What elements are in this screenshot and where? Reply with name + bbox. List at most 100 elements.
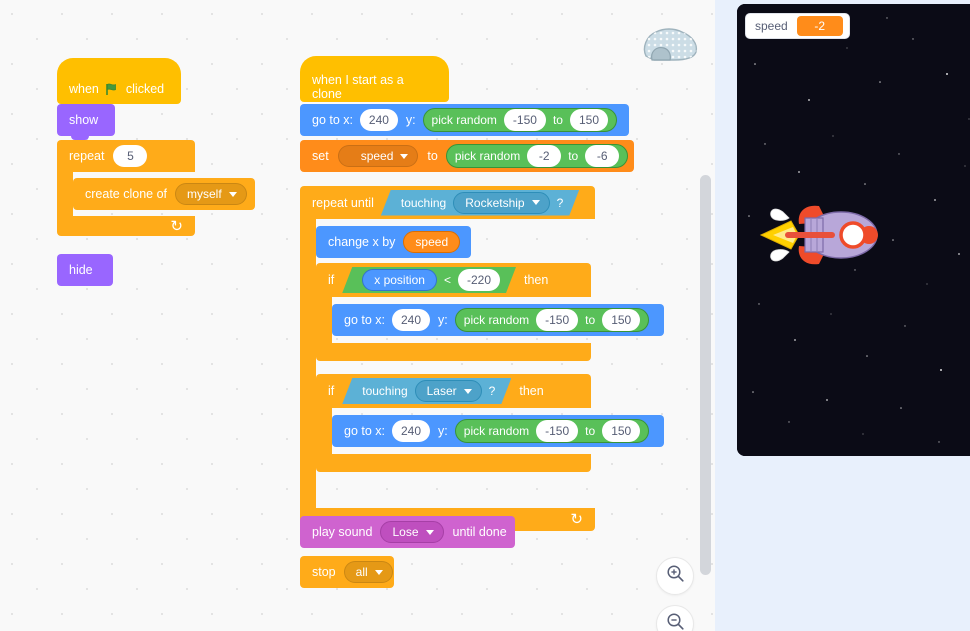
block-stop[interactable]: stop all	[300, 556, 394, 588]
goto-x-input[interactable]: 240	[392, 309, 431, 331]
pick-random-from-input[interactable]: -150	[536, 420, 579, 442]
show-label: show	[69, 112, 99, 127]
set-label: set	[312, 148, 329, 163]
question-mark-label: ?	[488, 384, 496, 398]
pick-random-from-input[interactable]: -150	[503, 109, 546, 131]
repeat-times-input[interactable]: 5	[113, 145, 148, 167]
create-clone-label: create clone of	[85, 186, 167, 201]
pick-random-to-input[interactable]: 150	[602, 309, 641, 331]
reporter-pick-random-2[interactable]: pick random -2 to -6	[445, 144, 629, 168]
monitor-variable-name: speed	[755, 19, 788, 33]
block-go-to-xy-3[interactable]: go to x: 240 y: pick random -150 to 150	[332, 415, 664, 447]
goto-y-label: y:	[438, 423, 448, 438]
block-repeat[interactable]: repeat 5 create clone of myself ↻	[57, 140, 255, 236]
set-variable-dropdown[interactable]: speed	[337, 145, 419, 167]
block-if-touching-laser[interactable]: if touching Laser ? then go to x: 240 y:…	[316, 374, 664, 472]
zoom-in-magnifier-icon	[666, 564, 685, 588]
to-label: to	[585, 313, 596, 327]
code-workspace[interactable]: when clicked show repeat 5 create clone …	[0, 0, 715, 631]
to-label: to	[585, 424, 596, 438]
pick-random-from-input[interactable]: -150	[536, 309, 579, 331]
boolean-less-than[interactable]: x position < -220	[342, 267, 516, 293]
variable-monitor-speed[interactable]: speed -2	[745, 13, 850, 39]
block-change-x-by[interactable]: change x by speed	[316, 226, 471, 258]
until-done-label: until done	[452, 524, 507, 539]
block-go-to-xy-1[interactable]: go to x: 240 y: pick random -150 to 150	[300, 104, 629, 136]
sound-value: Lose	[392, 525, 419, 539]
variable-speed-reporter[interactable]: speed	[403, 231, 461, 253]
repeat-label: repeat	[69, 149, 105, 163]
stage[interactable]: speed -2	[737, 4, 970, 456]
chevron-down-icon	[228, 191, 237, 197]
sound-dropdown[interactable]: Lose	[380, 521, 444, 543]
boolean-touching-laser[interactable]: touching Laser ?	[342, 378, 511, 404]
chevron-down-icon	[532, 200, 540, 205]
set-variable-value: speed	[360, 149, 394, 163]
block-when-flag-clicked[interactable]: when clicked	[57, 58, 181, 104]
when-clone-label: when I start as a clone	[312, 73, 404, 101]
clicked-label: clicked	[125, 82, 165, 96]
zoom-out-button[interactable]	[656, 605, 694, 631]
scratch-editor-window: when clicked show repeat 5 create clone …	[0, 0, 970, 631]
workspace-scrollbar-thumb[interactable]	[700, 175, 711, 575]
chevron-down-icon	[374, 569, 383, 575]
pick-random-to-input[interactable]: 150	[569, 109, 608, 131]
stop-option-value: all	[355, 565, 368, 579]
block-hide[interactable]: hide	[57, 254, 113, 286]
zoom-in-button[interactable]	[656, 557, 694, 595]
touching-target-dropdown[interactable]: Laser	[415, 380, 482, 402]
loop-arrow-icon: ↻	[170, 217, 183, 235]
touching-target-value: Rocketship	[465, 195, 525, 210]
pick-random-to-input[interactable]: 150	[602, 420, 641, 442]
if-label: if	[328, 384, 335, 398]
chevron-down-icon	[400, 153, 409, 159]
rock-sprite-image	[640, 24, 702, 64]
goto-x-input[interactable]: 240	[360, 109, 398, 131]
block-play-sound[interactable]: play sound Lose until done	[300, 516, 515, 548]
block-create-clone[interactable]: create clone of myself	[73, 178, 255, 210]
reporter-pick-random-4[interactable]: pick random -150 to 150	[454, 419, 650, 443]
pick-random-label: pick random	[431, 113, 497, 127]
touching-target-dropdown[interactable]: Rocketship	[453, 192, 549, 214]
to-label: to	[568, 149, 579, 163]
if-bottom-arm	[316, 343, 591, 361]
play-sound-label: play sound	[312, 524, 373, 539]
touching-label: touching	[400, 195, 447, 210]
repeat-until-left-arm	[300, 219, 316, 508]
reporter-pick-random-1[interactable]: pick random -150 to 150	[422, 108, 617, 132]
block-set-variable[interactable]: set speed to pick random -2 to -6	[300, 140, 634, 172]
reporter-pick-random-3[interactable]: pick random -150 to 150	[454, 308, 650, 332]
goto-x-label: go to x:	[344, 423, 385, 438]
less-than-operator-label: <	[443, 273, 451, 287]
if-label: if	[328, 273, 335, 287]
goto-y-label: y:	[405, 112, 416, 127]
clone-target-value: myself	[187, 187, 222, 201]
green-flag-icon	[105, 82, 120, 97]
clone-target-dropdown[interactable]: myself	[175, 183, 247, 205]
rocketship-sprite-image[interactable]	[757, 194, 887, 276]
question-mark-label: ?	[556, 195, 564, 210]
goto-x-input[interactable]: 240	[392, 420, 431, 442]
pick-random-label: pick random	[454, 149, 521, 163]
block-show[interactable]: show	[57, 104, 115, 140]
block-when-start-as-clone[interactable]: when I start as a clone	[300, 56, 449, 102]
less-than-value-input[interactable]: -220	[458, 269, 500, 291]
goto-x-label: go to x:	[312, 112, 353, 127]
touching-label: touching	[362, 384, 408, 398]
block-if-x-position[interactable]: if x position < -220 then go to x: 240 y…	[316, 263, 664, 361]
change-x-label: change x by	[328, 234, 396, 249]
hide-label: hide	[69, 262, 93, 277]
x-position-reporter[interactable]: x position	[362, 269, 437, 291]
pick-random-label: pick random	[463, 313, 530, 327]
block-repeat-until[interactable]: repeat until touching Rocketship ? chang…	[300, 186, 696, 531]
pick-random-from-input[interactable]: -2	[527, 145, 562, 167]
repeat-until-label: repeat until	[312, 195, 374, 210]
goto-x-label: go to x:	[344, 312, 385, 327]
pick-random-to-input[interactable]: -6	[585, 145, 620, 167]
chevron-down-icon	[425, 529, 434, 535]
touching-target-value: Laser	[426, 384, 457, 398]
boolean-touching-rocketship[interactable]: touching Rocketship ?	[381, 190, 579, 216]
stop-option-dropdown[interactable]: all	[343, 561, 393, 583]
block-go-to-xy-2[interactable]: go to x: 240 y: pick random -150 to 150	[332, 304, 664, 336]
to-label: to	[552, 113, 563, 127]
